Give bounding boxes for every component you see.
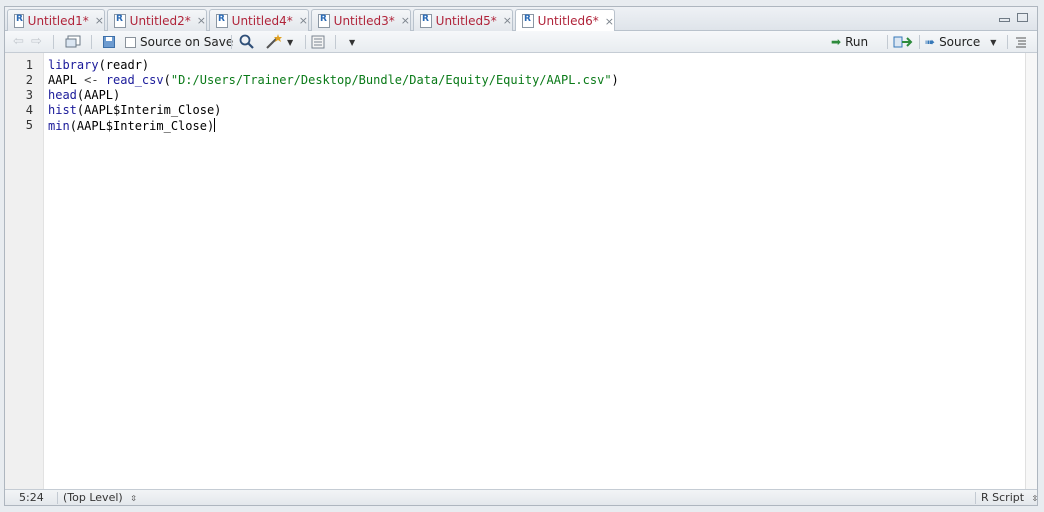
- chevron-down-icon: ▼: [349, 37, 356, 47]
- source-on-save-label: Source on Save: [140, 35, 234, 49]
- code-line-text: min(AAPL$Interim_Close): [48, 119, 215, 133]
- chevron-down-icon: ▼: [287, 37, 294, 47]
- close-icon[interactable]: ×: [197, 14, 206, 27]
- save-icon: [103, 36, 115, 48]
- forward-arrow-icon: ⇨: [31, 34, 42, 49]
- r-document-icon: [318, 13, 330, 28]
- status-bar: 5:24 (Top Level) ⇳ R Script ⇳: [5, 489, 1038, 505]
- tab-label: Untitled3*: [333, 13, 395, 28]
- line-number: 3: [25, 88, 33, 102]
- tab-untitled5[interactable]: Untitled5* ×: [413, 9, 513, 31]
- toolbar-divider: [305, 35, 306, 49]
- code-line[interactable]: library(readr): [48, 58, 149, 73]
- code-line[interactable]: AAPL <- read_csv("D:/Users/Trainer/Deskt…: [48, 73, 619, 88]
- status-divider: [57, 492, 58, 504]
- source-on-save-toggle[interactable]: Source on Save: [125, 34, 233, 50]
- code-line[interactable]: head(AAPL): [48, 88, 120, 103]
- code-line-current[interactable]: min(AAPL$Interim_Close): [48, 118, 216, 134]
- tab-untitled6[interactable]: Untitled6* ×: [515, 9, 615, 32]
- r-document-icon: [114, 13, 126, 28]
- r-document-icon: [420, 13, 432, 28]
- document-outline-button[interactable]: [1015, 34, 1027, 50]
- toolbar-divider: [91, 35, 92, 49]
- chevron-updown-icon: ⇳: [130, 494, 137, 503]
- file-type-selector[interactable]: R Script ⇳: [981, 491, 1038, 504]
- code-editor[interactable]: 1 2 3 4 5 library(readr) AAPL <- read_cs…: [5, 53, 1037, 489]
- toolbar-divider: [919, 35, 920, 49]
- toolbar-divider: [1007, 35, 1008, 49]
- show-in-window-button[interactable]: [65, 34, 81, 50]
- code-line[interactable]: hist(AAPL$Interim_Close): [48, 103, 221, 118]
- find-replace-button[interactable]: [239, 34, 255, 50]
- back-button[interactable]: ⇦: [13, 34, 27, 50]
- tab-untitled2[interactable]: Untitled2* ×: [107, 9, 207, 31]
- source-label: Source: [939, 35, 981, 49]
- toolbar-divider: [887, 35, 888, 49]
- outline-icon: [1016, 37, 1026, 48]
- save-button[interactable]: [103, 34, 115, 50]
- source-on-save-checkbox[interactable]: [125, 36, 136, 48]
- forward-button[interactable]: ⇨: [31, 34, 45, 50]
- tab-untitled4[interactable]: Untitled4* ×: [209, 9, 309, 31]
- close-icon[interactable]: ×: [95, 14, 104, 27]
- back-arrow-icon: ⇦: [13, 34, 24, 49]
- source-arrow-icon: ➠: [925, 35, 936, 49]
- tab-label: Untitled1*: [27, 13, 89, 28]
- close-icon[interactable]: ×: [503, 14, 512, 27]
- close-icon[interactable]: ×: [401, 14, 410, 27]
- code-tools-button[interactable]: ▼: [265, 34, 293, 50]
- tab-untitled1[interactable]: Untitled1* ×: [7, 9, 105, 31]
- source-editor-pane: Untitled1* × Untitled2* × Untitled4* × U…: [4, 6, 1038, 506]
- tab-label: Untitled5*: [435, 13, 497, 28]
- toolbar-divider: [231, 35, 232, 49]
- status-divider: [975, 492, 976, 504]
- maximize-pane-icon[interactable]: [1017, 13, 1028, 22]
- search-icon: [239, 34, 254, 49]
- r-document-icon: [522, 14, 534, 28]
- text-cursor: [214, 118, 216, 132]
- editor-toolbar: ⇦ ⇨ Source on Save ▼ ▼ ➡ Run ➠ Source ▼: [5, 31, 1037, 53]
- magic-wand-icon: [266, 34, 282, 49]
- show-in-window-icon: [65, 35, 81, 48]
- tab-label: Untitled4*: [231, 13, 293, 28]
- tab-label: Untitled2*: [129, 13, 191, 28]
- file-type-label: R Script: [981, 491, 1025, 504]
- run-label: Run: [845, 35, 869, 49]
- r-document-icon: [216, 13, 228, 28]
- compile-report-icon: [311, 35, 325, 49]
- toolbar-divider: [335, 35, 336, 49]
- minimize-pane-icon[interactable]: [999, 18, 1010, 22]
- r-document-icon: [14, 13, 24, 28]
- toolbar-divider: [53, 35, 54, 49]
- rerun-icon: [893, 36, 913, 48]
- close-icon[interactable]: ×: [605, 15, 614, 28]
- vertical-scrollbar[interactable]: [1025, 53, 1037, 489]
- chevron-down-icon[interactable]: ▼: [990, 38, 996, 47]
- more-options-button[interactable]: ▼: [345, 34, 355, 50]
- source-button[interactable]: ➠ Source ▼: [925, 34, 996, 50]
- line-number: 5: [25, 118, 33, 132]
- cursor-position: 5:24: [19, 491, 44, 504]
- compile-report-button[interactable]: [311, 34, 325, 50]
- tab-label: Untitled6*: [537, 14, 599, 28]
- line-number-gutter: 1 2 3 4 5: [5, 53, 44, 489]
- line-number: 1: [25, 58, 33, 72]
- tab-untitled3[interactable]: Untitled3* ×: [311, 9, 411, 31]
- scope-selector[interactable]: (Top Level) ⇳: [63, 491, 137, 504]
- line-number: 2: [25, 73, 33, 87]
- chevron-updown-icon: ⇳: [1031, 494, 1039, 503]
- scope-label: (Top Level): [63, 491, 123, 504]
- tab-strip: Untitled1* × Untitled2* × Untitled4* × U…: [5, 7, 1037, 32]
- rerun-button[interactable]: [893, 34, 913, 50]
- close-icon[interactable]: ×: [299, 14, 308, 27]
- run-arrow-icon: ➡: [831, 35, 842, 49]
- run-button[interactable]: ➡ Run: [831, 34, 868, 50]
- line-number: 4: [25, 103, 33, 117]
